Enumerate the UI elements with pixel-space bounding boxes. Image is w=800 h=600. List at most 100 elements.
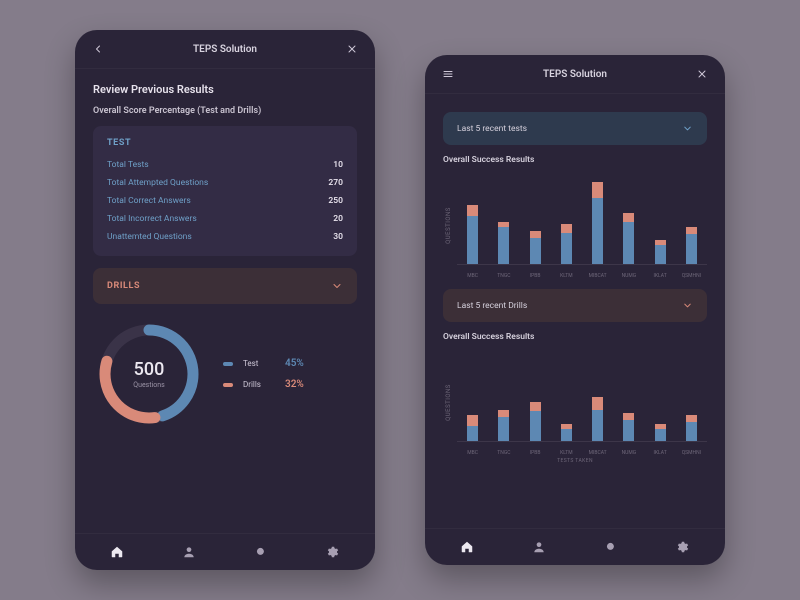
bar-column [498,410,509,442]
chart-title-1: Overall Success Results [443,155,707,165]
select-label: Last 5 recent tests [457,124,527,134]
review-screen: TEPS Solution Review Previous Results Ov… [75,30,375,570]
bar-seg-drills [467,415,478,426]
bar-seg-drills [592,397,603,410]
success-chart-drills: QUESTIONS MBCTNGCIPBBKLTMMIBCATNUMGIKLAT… [443,348,707,456]
tab-settings[interactable] [675,539,691,555]
bar-column [561,424,572,442]
donut-legend: Test 45% Drills32% [223,358,304,390]
stat-key: Unattemted Questions [107,232,192,242]
tab-search[interactable] [253,544,269,560]
chevron-down-icon [682,123,693,134]
y-axis-label: QUESTIONS [445,384,452,421]
stat-value: 270 [328,178,343,188]
stat-row: Total Attempted Questions270 [107,174,343,192]
bar-seg-drills [467,205,478,216]
review-body: Review Previous Results Overall Score Pe… [75,69,375,533]
tab-profile[interactable] [531,539,547,555]
bar-seg-test [498,227,509,265]
bar-seg-test [561,233,572,265]
x-tick: IPBB [524,273,546,279]
bar-column [623,213,634,265]
bar-column [530,402,541,442]
tab-bar [75,533,375,570]
bar-column [467,415,478,442]
close-icon[interactable] [693,65,711,83]
tab-settings[interactable] [325,544,341,560]
page-subheading: Overall Score Percentage (Test and Drill… [93,106,357,116]
titlebar: TEPS Solution [425,55,725,94]
chevron-down-icon [682,300,693,311]
test-stats-card: TEST Total Tests10Total Attempted Questi… [93,126,357,256]
legend-name: Test [243,359,275,368]
legend-item: Test 45% [223,358,304,369]
app-title: TEPS Solution [107,44,343,55]
bar-column [655,424,666,442]
bar-column [498,222,509,265]
drills-label: DRILLS [107,281,140,291]
legend-pct: 45% [285,358,304,369]
bar-seg-test [592,410,603,442]
stat-value: 20 [333,214,343,224]
tab-profile[interactable] [181,544,197,560]
test-card-title: TEST [107,138,343,148]
x-tick: TNGC [493,450,515,456]
bar-column [686,227,697,265]
x-tick: KLTM [555,273,577,279]
bar-seg-test [592,198,603,265]
page-heading: Review Previous Results [93,83,357,96]
tab-search[interactable] [603,539,619,555]
bar-seg-test [498,417,509,442]
stat-value: 10 [333,160,343,170]
bar-column [467,205,478,265]
legend-pct: 32% [285,379,304,390]
select-label: Last 5 recent Drills [457,301,527,311]
success-chart-tests: QUESTIONS MBCTNGCIPBBKLTMMIBCATNUMGIKLAT… [443,171,707,279]
tab-home[interactable] [109,544,125,560]
bar-seg-drills [530,231,541,238]
x-tick: IKLAT [649,450,671,456]
bar-seg-test [530,411,541,442]
stat-value: 250 [328,196,343,206]
donut-area: 500 Questions Test 45% Drills32% [93,318,357,430]
stat-value: 30 [333,232,343,242]
bar-column [686,415,697,442]
x-tick: QSMHNI [680,273,702,279]
bar-seg-test [467,216,478,266]
x-tick: TNGC [493,273,515,279]
bar-seg-drills [686,227,697,234]
stat-row: Unattemted Questions 30 [107,228,343,246]
donut-chart: 500 Questions [93,318,205,430]
x-tick: QSMHNI [680,450,702,456]
tab-home[interactable] [459,539,475,555]
bar-seg-test [530,238,541,265]
bar-seg-test [686,234,697,265]
x-tick: MBC [462,450,484,456]
x-tick: MBC [462,273,484,279]
select-recent-drills[interactable]: Last 5 recent Drills [443,289,707,322]
select-recent-tests[interactable]: Last 5 recent tests [443,112,707,145]
donut-number: 500 [134,359,165,380]
bar-column [592,397,603,442]
bar-seg-drills [623,213,634,222]
menu-icon[interactable] [439,65,457,83]
x-tick: KLTM [555,450,577,456]
bar-seg-test [655,245,666,265]
close-icon[interactable] [343,40,361,58]
bar-column [561,224,572,265]
bar-seg-test [467,426,478,442]
x-tick: MIBCAT [587,450,609,456]
app-title: TEPS Solution [457,69,693,80]
charts-body: Last 5 recent tests Overall Success Resu… [425,94,725,528]
drills-toggle[interactable]: DRILLS [93,268,357,304]
x-tick: IPBB [524,450,546,456]
x-tick: MIBCAT [587,273,609,279]
charts-screen: TEPS Solution Last 5 recent tests Overal… [425,55,725,565]
legend-item: Drills32% [223,379,304,390]
chart-title-2: Overall Success Results [443,332,707,342]
bar-seg-drills [623,413,634,420]
bar-seg-drills [592,182,603,198]
bar-column [623,413,634,442]
stat-key: Total Correct Answers [107,196,191,206]
back-icon[interactable] [89,40,107,58]
